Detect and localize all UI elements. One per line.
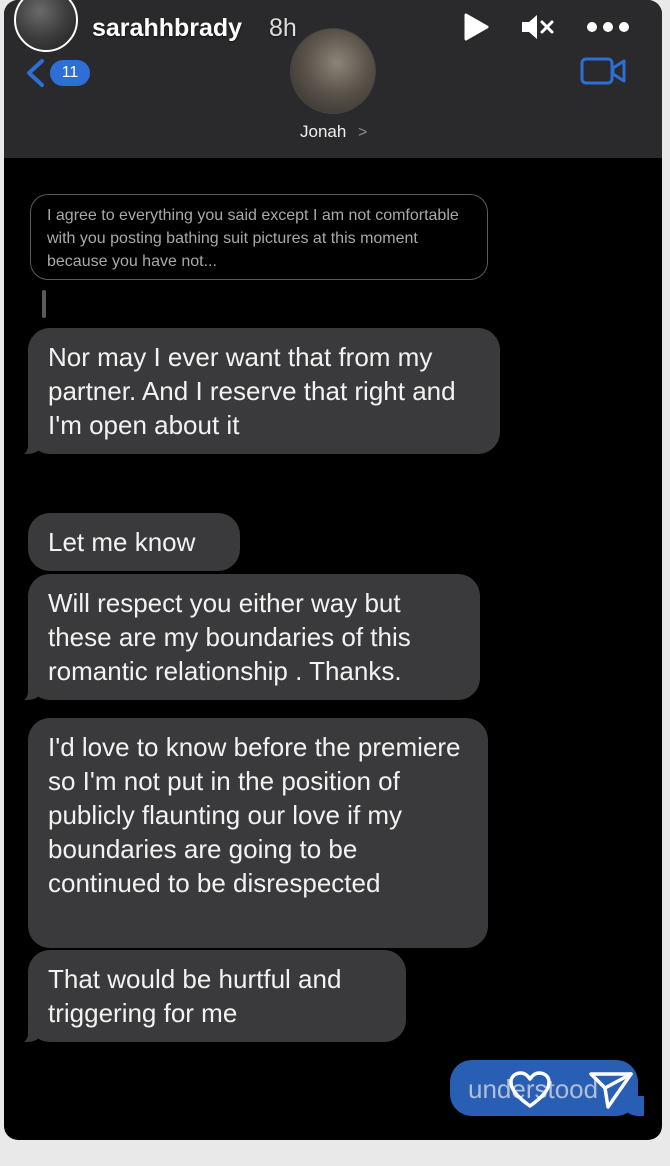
received-message-bubble[interactable]: Nor may I ever want that from my partner… <box>14 328 500 456</box>
received-message-bubble[interactable]: Will respect you either way but these ar… <box>14 574 480 702</box>
play-icon[interactable] <box>462 12 490 42</box>
contact-name[interactable]: Jonah <box>300 122 346 142</box>
received-message-bubble[interactable]: I'd love to know before the premiere so … <box>28 718 488 948</box>
received-message-bubble[interactable]: Let me know <box>28 513 240 571</box>
story-username[interactable]: sarahhbrady <box>92 14 242 43</box>
received-message-bubble[interactable]: That would be hurtful and triggering for… <box>14 950 406 1044</box>
contact-avatar[interactable] <box>290 28 376 114</box>
reply-connector-line <box>42 290 46 318</box>
chevron-left-icon <box>27 59 44 87</box>
contact-chevron[interactable]: > <box>358 124 367 142</box>
more-dots-icon[interactable] <box>584 12 632 42</box>
story-timestamp: 8h <box>269 14 297 42</box>
speaker-muted-icon[interactable] <box>520 12 556 42</box>
video-camera-icon[interactable] <box>580 55 626 87</box>
message-thread[interactable]: I agree to everything you said except I … <box>4 158 662 1140</box>
replied-message-quote[interactable]: I agree to everything you said except I … <box>30 194 488 280</box>
heart-outline-icon[interactable] <box>508 1070 552 1110</box>
story-frame: 11 Jonah > sarahhbrady 8h I agree to eve… <box>4 0 662 1140</box>
unread-count-badge: 11 <box>50 60 90 86</box>
back-button[interactable]: 11 <box>24 56 94 90</box>
paper-plane-icon[interactable] <box>588 1070 634 1110</box>
